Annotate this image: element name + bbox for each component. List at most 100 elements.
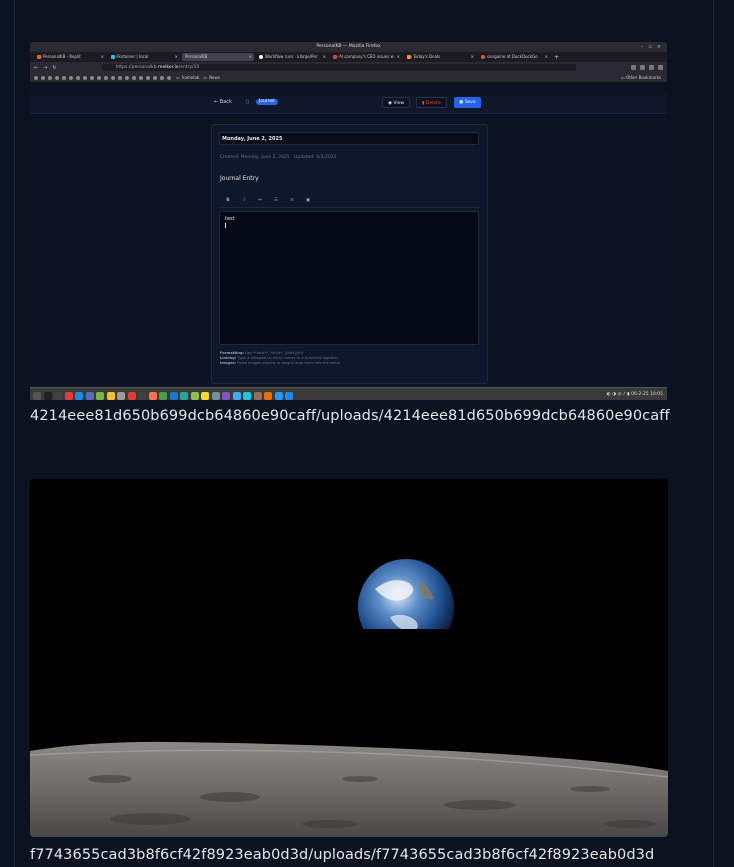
browser-tab-active: PersonalKB × [182, 53, 254, 61]
url-bar: https://personalkb.melkor.io/entry/19 [101, 64, 576, 71]
earthrise-photo[interactable] [30, 479, 668, 837]
close-icon: × [544, 54, 548, 59]
folder-icon: ▭ [176, 75, 180, 80]
entry-title-field: Monday, June 2, 2025 [219, 132, 479, 145]
forward-arrow-icon: → [43, 64, 48, 71]
tab-favicon-icon [407, 55, 411, 59]
bookmark-icon [111, 75, 115, 80]
tab-label: PersonalKB [185, 54, 208, 59]
taskbar-app-icon [85, 391, 94, 400]
toolbar-icons [627, 65, 663, 70]
taskbar-app-icon [285, 391, 293, 400]
window-controls: – ▫ × [636, 42, 661, 52]
extension-icon [640, 65, 645, 70]
bookmark-icon [146, 75, 150, 80]
url-prefix: https://personalkb. [115, 65, 159, 70]
help-images: Paste images directly or drag & drop the… [237, 361, 341, 366]
tab-favicon-icon [481, 55, 485, 59]
bookmark-icon [62, 75, 66, 80]
bookmark-icon [118, 75, 122, 80]
text-cursor [225, 223, 226, 228]
bookmark-icon [97, 75, 101, 80]
taskbar-app-icon [190, 391, 199, 400]
taskbar-app-icon [169, 391, 178, 400]
browser-tab: Workflow runs · klarge/Per × [256, 53, 328, 61]
menu-icon [658, 65, 663, 70]
help-linking-label: Linking: [220, 356, 237, 361]
system-tray: ◐ ◑ ◎ ♪ ▮ 06-2-25 10:05 [607, 392, 663, 397]
browser-window-title: PersonalKB — Mozilla Firefox [316, 44, 381, 49]
close-icon: × [322, 54, 326, 59]
section-label: Journal Entry [220, 175, 259, 182]
taskbar-app-icon [243, 391, 251, 400]
view-button: ◉ View [382, 97, 411, 108]
taskbar-app-icon [201, 391, 209, 400]
bookmark-icon [139, 75, 143, 80]
bookmark-icon [104, 75, 108, 80]
bookmarks-bar: ▭ homelab ▭ News ▭ Other Bookmarks [30, 73, 667, 83]
browser-tab: Today's Deals × [404, 53, 476, 61]
editor-help: Formatting: Use **bold**, *italic*, [lin… [220, 351, 340, 367]
taskbar-app-icon [264, 391, 272, 400]
save-button: ▣ Save [454, 97, 481, 108]
earthrise-illustration [30, 559, 668, 837]
taskbar-launchers [33, 385, 296, 401]
browser-tab: AI company's CEO issues w × [330, 53, 402, 61]
help-formatting-label: Formatting: [220, 351, 244, 355]
uploaded-screenshot-image[interactable]: PersonalKB — Mozilla Firefox – ▫ × Persona… [30, 42, 667, 400]
bookmark-icon [76, 75, 80, 80]
earth [358, 559, 454, 629]
bookmark-icon [55, 75, 59, 80]
tab-favicon-icon [333, 55, 337, 59]
numbered-list-icon: ≡ [290, 197, 294, 203]
taskbar-app-icon [180, 391, 188, 400]
taskbar-app-icon [33, 391, 41, 400]
tab-favicon-icon [111, 55, 115, 59]
taskbar-app-icon [43, 391, 52, 400]
help-linking: Type # followed by entry names to link e… [237, 356, 338, 361]
upload-path-caption: f7743655cad3b8f6cf42f8923eab0d3d/uploads… [30, 847, 655, 863]
taskbar-app-icon [138, 391, 146, 400]
url-path: /entry/19 [178, 65, 200, 70]
link-icon: ⇔ [258, 197, 262, 203]
editor-textarea: test [219, 211, 479, 345]
close-icon: × [656, 44, 661, 50]
extension-icon [631, 65, 636, 70]
clock: 06-2-25 10:05 [631, 391, 663, 397]
bookmark-icon [69, 75, 73, 80]
category-badge: Journal [256, 99, 278, 105]
back-arrow-icon: ← [34, 64, 39, 71]
editor-content: test [225, 216, 235, 222]
delete-label: Delete [425, 101, 441, 106]
taskbar-app-icon [117, 391, 125, 400]
tab-favicon-icon [37, 55, 41, 59]
bookmark-folder-news: News [209, 75, 220, 80]
browser-tab: sanguine at DuckDuckGo × [478, 53, 550, 61]
browser-tab: Portainer | local × [108, 53, 180, 61]
taskbar-app-icon [75, 391, 83, 400]
bookmark-icon [34, 75, 38, 80]
tab-label: AI company's CEO issues w [339, 54, 394, 59]
bookmark-folder-homelab: homelab [181, 75, 200, 80]
bookmark-icon [90, 75, 94, 80]
github-icon [259, 55, 263, 59]
entry-meta: Created: Monday, June 2, 2025 Updated: 6… [220, 155, 336, 160]
bullet-list-icon: ☰ [273, 197, 279, 203]
tab-label: Today's Deals [413, 54, 441, 59]
back-link: ← Back [214, 99, 232, 105]
close-icon: × [248, 54, 252, 59]
app-header: ← Back ▯ Journal ◉ View ▮ Delete ▣ Save [30, 93, 667, 114]
back-label: Back [219, 99, 232, 105]
other-bookmarks: ▭ Other Bookmarks [621, 75, 661, 80]
new-tab-icon: + [554, 53, 560, 61]
taskbar-app-icon [54, 391, 62, 400]
tray-icons: ◐ ◑ ◎ ♪ ▮ [606, 391, 632, 397]
maximize-icon: ▫ [648, 44, 652, 50]
delete-button: ▮ Delete [416, 97, 447, 108]
reload-icon: ↻ [52, 64, 57, 71]
other-bookmarks-label: Other Bookmarks [626, 75, 661, 80]
browser-tab: PersonalKB - Replit × [34, 53, 106, 61]
help-formatting: Use **bold**, *italic*, [links](url) [245, 351, 304, 355]
close-icon: × [174, 54, 178, 59]
book-icon: ▯ [246, 99, 249, 105]
